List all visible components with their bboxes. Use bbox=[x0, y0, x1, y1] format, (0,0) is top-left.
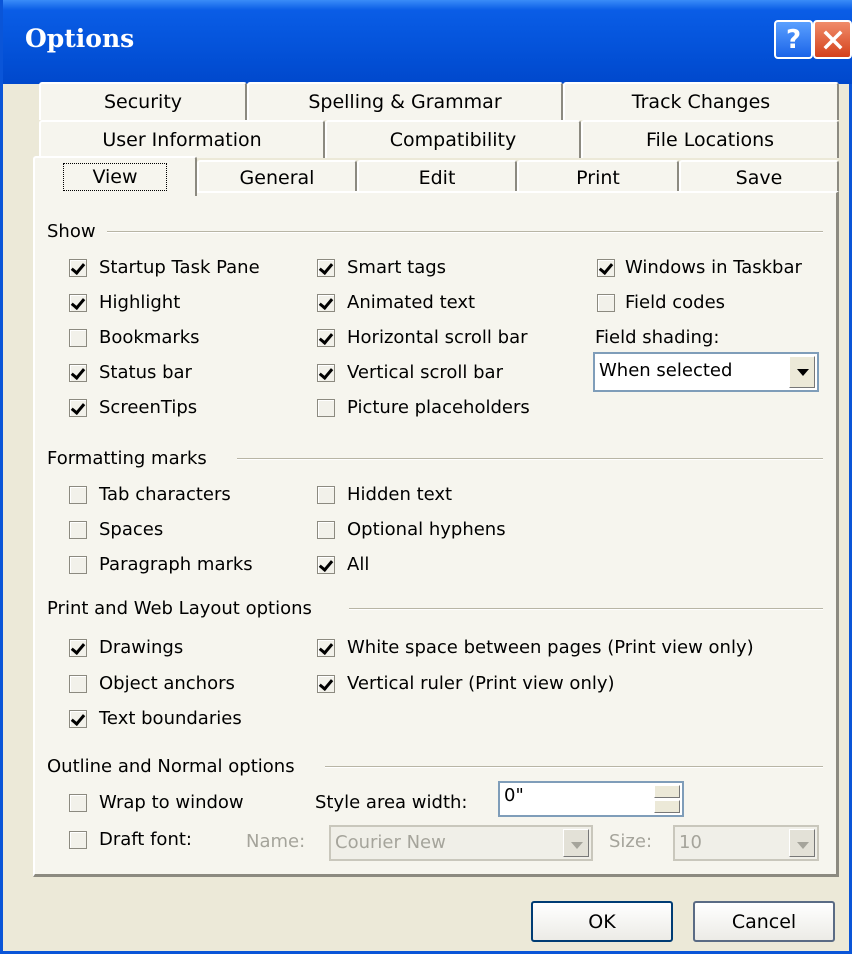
horizontal-scroll-bar-label[interactable]: Horizontal scroll bar bbox=[347, 327, 528, 348]
draft-font-size-dropdown[interactable]: 10 bbox=[673, 825, 819, 861]
show-group-label: Show bbox=[47, 221, 104, 242]
question-mark-icon: ? bbox=[785, 24, 802, 55]
spaces-label[interactable]: Spaces bbox=[99, 519, 163, 540]
vertical-scroll-bar-checkbox[interactable] bbox=[317, 364, 335, 382]
white-space-between-pages-label[interactable]: White space between pages (Print view on… bbox=[347, 637, 754, 658]
vertical-ruler-label[interactable]: Vertical ruler (Print view only) bbox=[347, 673, 615, 694]
hidden-text-label[interactable]: Hidden text bbox=[347, 484, 452, 505]
outline-normal-group-label: Outline and Normal options bbox=[47, 756, 303, 777]
ok-button[interactable]: OK bbox=[531, 901, 673, 942]
close-icon bbox=[823, 30, 842, 49]
drawings-label[interactable]: Drawings bbox=[99, 637, 183, 658]
field-codes-label[interactable]: Field codes bbox=[625, 292, 725, 313]
highlight-checkbox[interactable] bbox=[69, 294, 87, 312]
spaces-checkbox[interactable] bbox=[69, 521, 87, 539]
animated-text-checkbox[interactable] bbox=[317, 294, 335, 312]
draft-font-name-label: Name: bbox=[246, 831, 306, 852]
tab-characters-label[interactable]: Tab characters bbox=[99, 484, 231, 505]
vertical-ruler-checkbox[interactable] bbox=[317, 675, 335, 693]
startup-task-pane-checkbox[interactable] bbox=[69, 259, 87, 277]
smart-tags-checkbox[interactable] bbox=[317, 259, 335, 277]
style-area-width-spinner[interactable]: 0" bbox=[498, 781, 684, 817]
bookmarks-label[interactable]: Bookmarks bbox=[99, 327, 200, 348]
optional-hyphens-checkbox[interactable] bbox=[317, 521, 335, 539]
close-button[interactable] bbox=[813, 20, 852, 59]
chevron-down-icon[interactable] bbox=[789, 356, 815, 388]
group-divider bbox=[237, 458, 823, 460]
paragraph-marks-checkbox[interactable] bbox=[69, 556, 87, 574]
tab-compatibility[interactable]: Compatibility bbox=[325, 120, 581, 158]
tab-file-locations[interactable]: File Locations bbox=[581, 120, 839, 158]
tab-spelling-grammar[interactable]: Spelling & Grammar bbox=[247, 82, 563, 120]
object-anchors-checkbox[interactable] bbox=[69, 675, 87, 693]
text-boundaries-checkbox[interactable] bbox=[69, 710, 87, 728]
chevron-down-icon[interactable] bbox=[789, 829, 815, 857]
options-dialog: Options ? Security Spelling & Grammar Tr… bbox=[0, 0, 852, 954]
title-bar[interactable]: Options ? bbox=[3, 0, 852, 84]
draft-font-size-value: 10 bbox=[679, 832, 702, 853]
screentips-checkbox[interactable] bbox=[69, 399, 87, 417]
bookmarks-checkbox[interactable] bbox=[69, 329, 87, 347]
dialog-title: Options bbox=[25, 24, 135, 53]
white-space-between-pages-checkbox[interactable] bbox=[317, 639, 335, 657]
tab-print[interactable]: Print bbox=[517, 160, 679, 194]
spin-up-icon[interactable] bbox=[654, 785, 680, 798]
tab-characters-checkbox[interactable] bbox=[69, 486, 87, 504]
startup-task-pane-label[interactable]: Startup Task Pane bbox=[99, 257, 260, 278]
field-codes-checkbox[interactable] bbox=[597, 294, 615, 312]
wrap-to-window-label[interactable]: Wrap to window bbox=[99, 792, 244, 813]
object-anchors-label[interactable]: Object anchors bbox=[99, 673, 235, 694]
smart-tags-label[interactable]: Smart tags bbox=[347, 257, 446, 278]
field-shading-value: When selected bbox=[599, 360, 733, 381]
windows-in-taskbar-checkbox[interactable] bbox=[597, 259, 615, 277]
picture-placeholders-checkbox[interactable] bbox=[317, 399, 335, 417]
windows-in-taskbar-label[interactable]: Windows in Taskbar bbox=[625, 257, 802, 278]
draft-font-name-value: Courier New bbox=[335, 832, 446, 853]
all-marks-checkbox[interactable] bbox=[317, 556, 335, 574]
drawings-checkbox[interactable] bbox=[69, 639, 87, 657]
print-web-layout-group-label: Print and Web Layout options bbox=[47, 598, 320, 619]
draft-font-size-label: Size: bbox=[609, 831, 653, 852]
animated-text-label[interactable]: Animated text bbox=[347, 292, 475, 313]
tab-edit[interactable]: Edit bbox=[357, 160, 517, 194]
help-button[interactable]: ? bbox=[774, 20, 813, 59]
horizontal-scroll-bar-checkbox[interactable] bbox=[317, 329, 335, 347]
tab-save[interactable]: Save bbox=[679, 160, 839, 194]
group-divider bbox=[325, 766, 823, 768]
optional-hyphens-label[interactable]: Optional hyphens bbox=[347, 519, 506, 540]
spin-down-icon[interactable] bbox=[654, 800, 680, 813]
status-bar-checkbox[interactable] bbox=[69, 364, 87, 382]
all-marks-label[interactable]: All bbox=[347, 554, 369, 575]
picture-placeholders-label[interactable]: Picture placeholders bbox=[347, 397, 530, 418]
paragraph-marks-label[interactable]: Paragraph marks bbox=[99, 554, 253, 575]
vertical-scroll-bar-label[interactable]: Vertical scroll bar bbox=[347, 362, 503, 383]
field-shading-dropdown[interactable]: When selected bbox=[593, 352, 819, 392]
draft-font-label[interactable]: Draft font: bbox=[99, 829, 192, 850]
group-divider bbox=[107, 231, 823, 233]
draft-font-checkbox[interactable] bbox=[69, 831, 87, 849]
style-area-width-value: 0" bbox=[504, 785, 524, 806]
screentips-label[interactable]: ScreenTips bbox=[99, 397, 197, 418]
status-bar-label[interactable]: Status bar bbox=[99, 362, 192, 383]
chevron-down-icon[interactable] bbox=[563, 829, 589, 857]
draft-font-name-dropdown[interactable]: Courier New bbox=[329, 825, 593, 861]
highlight-label[interactable]: Highlight bbox=[99, 292, 180, 313]
tab-view[interactable]: View bbox=[33, 156, 197, 196]
tab-track-changes[interactable]: Track Changes bbox=[563, 82, 839, 120]
hidden-text-checkbox[interactable] bbox=[317, 486, 335, 504]
formatting-marks-group-label: Formatting marks bbox=[47, 448, 215, 469]
field-shading-label: Field shading: bbox=[595, 327, 720, 348]
text-boundaries-label[interactable]: Text boundaries bbox=[99, 708, 242, 729]
cancel-button[interactable]: Cancel bbox=[693, 901, 835, 942]
style-area-width-label: Style area width: bbox=[315, 792, 468, 813]
tab-security[interactable]: Security bbox=[39, 82, 247, 120]
wrap-to-window-checkbox[interactable] bbox=[69, 794, 87, 812]
tab-user-information[interactable]: User Information bbox=[39, 120, 325, 158]
tab-general[interactable]: General bbox=[197, 160, 357, 194]
group-divider bbox=[349, 608, 823, 610]
